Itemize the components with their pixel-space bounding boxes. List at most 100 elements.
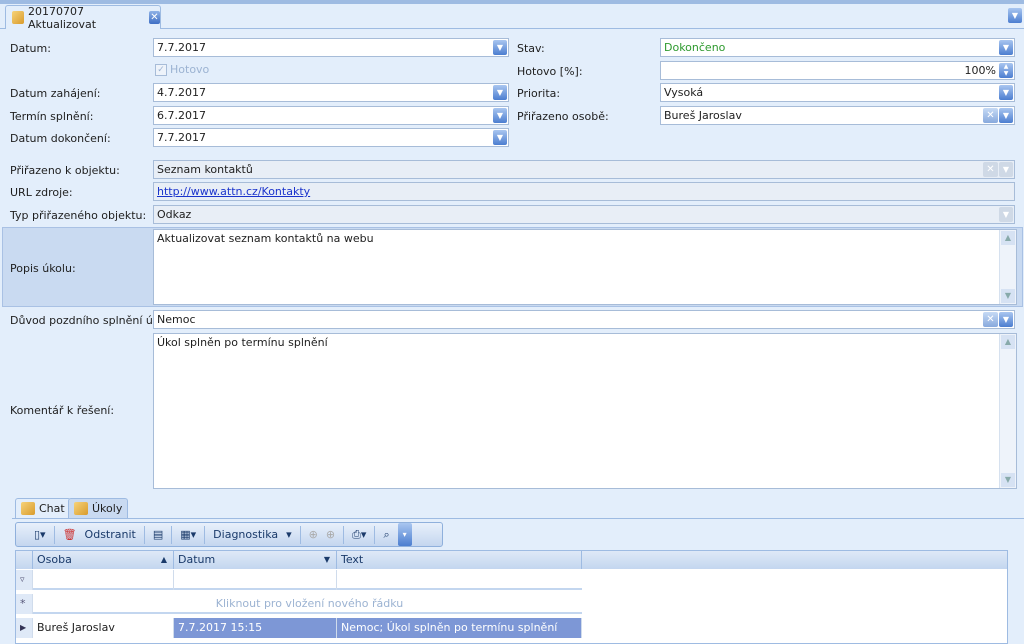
diagnostika-button[interactable]: Diagnostika <box>213 528 278 541</box>
duvod-field[interactable]: Nemoc ✕ ▼ <box>153 310 1015 329</box>
url-label: URL zdroje: <box>10 186 73 199</box>
popis-textarea[interactable]: Aktualizovat seznam kontaktů na webu ▲ ▼ <box>153 229 1017 305</box>
chevron-down-icon[interactable]: ▼ <box>493 85 507 100</box>
cell-text[interactable]: Nemoc; Úkol splněn po termínu splnění <box>337 618 582 638</box>
hotovo-checkbox-label: Hotovo <box>170 63 210 76</box>
chat-icon <box>21 502 35 515</box>
cell-datum[interactable]: 7.7.2017 15:15 <box>174 618 337 638</box>
filter-cell-datum[interactable] <box>174 570 337 590</box>
objekt-field[interactable]: Seznam kontaktů ✕ ▼ <box>153 160 1015 179</box>
move-down-icon[interactable]: ⊕ <box>326 528 335 541</box>
scroll-up-icon[interactable]: ▲ <box>1001 335 1015 349</box>
priorita-value: Vysoká <box>664 86 704 99</box>
document-tab[interactable]: 20170707 Aktualizovat ✕ <box>5 4 161 31</box>
column-header-text[interactable]: Text <box>337 551 582 569</box>
toolbar-overflow-icon[interactable]: ▾ <box>397 523 412 546</box>
new-row-prompt[interactable]: Kliknout pro vložení nového řádku <box>33 594 582 614</box>
checkmark-icon: ✓ <box>155 63 167 76</box>
search-icon[interactable]: ⌕ <box>383 528 389 542</box>
tab-ukoly[interactable]: Úkoly <box>68 498 129 518</box>
clear-icon[interactable]: ✕ <box>983 162 998 177</box>
priorita-label: Priorita: <box>517 87 561 100</box>
termin-field[interactable]: 6.7.2017 ▼ <box>153 106 509 125</box>
chevron-down-icon[interactable]: ▼ <box>493 40 507 55</box>
komentar-value: Úkol splněn po termínu splnění <box>157 336 328 349</box>
stav-field[interactable]: Dokončeno ▼ <box>660 38 1015 57</box>
scrollbar[interactable]: ▲ ▼ <box>999 334 1016 488</box>
spin-icon[interactable]: ▲ ▼ <box>999 63 1013 78</box>
stav-value: Dokončeno <box>664 41 726 54</box>
objekt-value: Seznam kontaktů <box>157 163 253 176</box>
scroll-down-icon[interactable]: ▼ <box>1001 473 1015 487</box>
scrollbar[interactable]: ▲ ▼ <box>999 230 1016 304</box>
column-header-osoba[interactable]: Osoba ▲ <box>33 551 174 569</box>
document-tab-title: 20170707 Aktualizovat <box>27 4 97 31</box>
tab-chat-label: Chat <box>39 502 65 515</box>
typ-label: Typ přiřazeného objektu: <box>10 209 147 222</box>
komentar-label: Komentář k řešení: <box>10 404 115 417</box>
filter-row[interactable]: ▿ <box>16 570 582 590</box>
termin-value: 6.7.2017 <box>157 109 206 122</box>
chevron-down-icon[interactable]: ▼ <box>999 85 1013 100</box>
move-up-icon[interactable]: ⊕ <box>309 528 318 541</box>
task-icon <box>74 502 88 515</box>
termin-label: Termín splnění: <box>10 110 94 123</box>
datum-value: 7.7.2017 <box>157 41 206 54</box>
tab-menu-chevron-icon[interactable]: ▼ <box>1008 8 1022 23</box>
chevron-down-icon[interactable]: ▼ <box>999 40 1013 55</box>
task-icon <box>12 11 24 24</box>
print-icon[interactable]: ⎙▾ <box>352 528 366 542</box>
row-indicator-header <box>16 551 33 569</box>
chat-grid: Osoba ▲ Datum ▼ Text ▿ * Kliknout pro vlož… <box>15 550 1008 644</box>
scroll-down-icon[interactable]: ▼ <box>1001 289 1015 303</box>
stav-label: Stav: <box>517 42 545 55</box>
row-pointer-icon: ▶ <box>16 618 33 638</box>
zahajeni-label: Datum zahájení: <box>10 87 101 100</box>
dokonceni-label: Datum dokončení: <box>10 132 111 145</box>
zahajeni-field[interactable]: 4.7.2017 ▼ <box>153 83 509 102</box>
new-row-icon: * <box>16 594 33 614</box>
table-row[interactable]: ▶ Bureš Jaroslav 7.7.2017 15:15 Nemoc; Ú… <box>16 618 582 638</box>
new-row[interactable]: * Kliknout pro vložení nového řádku <box>16 594 582 614</box>
objekt-label: Přiřazeno k objektu: <box>10 164 120 177</box>
chevron-down-icon[interactable]: ▼ <box>999 162 1013 177</box>
close-tab-icon[interactable]: ✕ <box>148 11 160 24</box>
dokonceni-field[interactable]: 7.7.2017 ▼ <box>153 128 509 147</box>
komentar-textarea[interactable]: Úkol splněn po termínu splnění ▲ ▼ <box>153 333 1017 489</box>
text-header-label: Text <box>341 553 364 566</box>
chevron-down-icon[interactable]: ▼ <box>493 130 507 145</box>
dokonceni-value: 7.7.2017 <box>157 131 206 144</box>
popis-label: Popis úkolu: <box>10 262 76 275</box>
hotovo-pct-spinner[interactable]: 100% ▲ ▼ <box>660 61 1015 80</box>
tab-chat[interactable]: Chat <box>15 498 71 518</box>
clear-icon[interactable]: ✕ <box>983 312 998 327</box>
url-link[interactable]: http://www.attn.cz/Kontakty <box>157 185 1014 198</box>
tab-ukoly-label: Úkoly <box>92 502 123 515</box>
export-icon[interactable]: ▤ <box>153 528 163 541</box>
popis-value: Aktualizovat seznam kontaktů na webu <box>157 232 374 245</box>
url-field[interactable]: http://www.attn.cz/Kontakty <box>153 182 1015 201</box>
typ-field[interactable]: Odkaz ▼ <box>153 205 1015 224</box>
chevron-down-icon[interactable]: ▼ <box>999 207 1013 222</box>
filter-dropdown-icon[interactable]: ▼ <box>324 551 330 569</box>
bottom-tab-line <box>12 518 1024 519</box>
hotovo-checkbox[interactable]: ✓ Hotovo <box>155 63 209 76</box>
filter-cell-osoba[interactable] <box>33 570 174 590</box>
chevron-down-icon[interactable]: ▾ <box>286 528 292 541</box>
chevron-down-icon[interactable]: ▼ <box>493 108 507 123</box>
scroll-up-icon[interactable]: ▲ <box>1001 231 1015 245</box>
clear-icon[interactable]: ✕ <box>983 108 998 123</box>
chevron-down-icon[interactable]: ▼ <box>999 312 1013 327</box>
datum-field[interactable]: 7.7.2017 ▼ <box>153 38 509 57</box>
chevron-down-icon[interactable]: ▼ <box>999 108 1013 123</box>
top-bar <box>0 0 1024 4</box>
priorita-field[interactable]: Vysoká ▼ <box>660 83 1015 102</box>
layout-icon[interactable]: ▦▾ <box>180 528 196 541</box>
sort-asc-icon: ▲ <box>160 555 167 564</box>
duvod-value: Nemoc <box>157 313 196 326</box>
cell-osoba[interactable]: Bureš Jaroslav <box>33 618 174 638</box>
prirazeno-field[interactable]: Bureš Jaroslav ✕ ▼ <box>660 106 1015 125</box>
new-document-icon[interactable]: ▯▾ <box>34 528 46 541</box>
delete-button[interactable]: Odstranit <box>85 528 136 541</box>
column-header-datum[interactable]: Datum ▼ <box>174 551 337 569</box>
